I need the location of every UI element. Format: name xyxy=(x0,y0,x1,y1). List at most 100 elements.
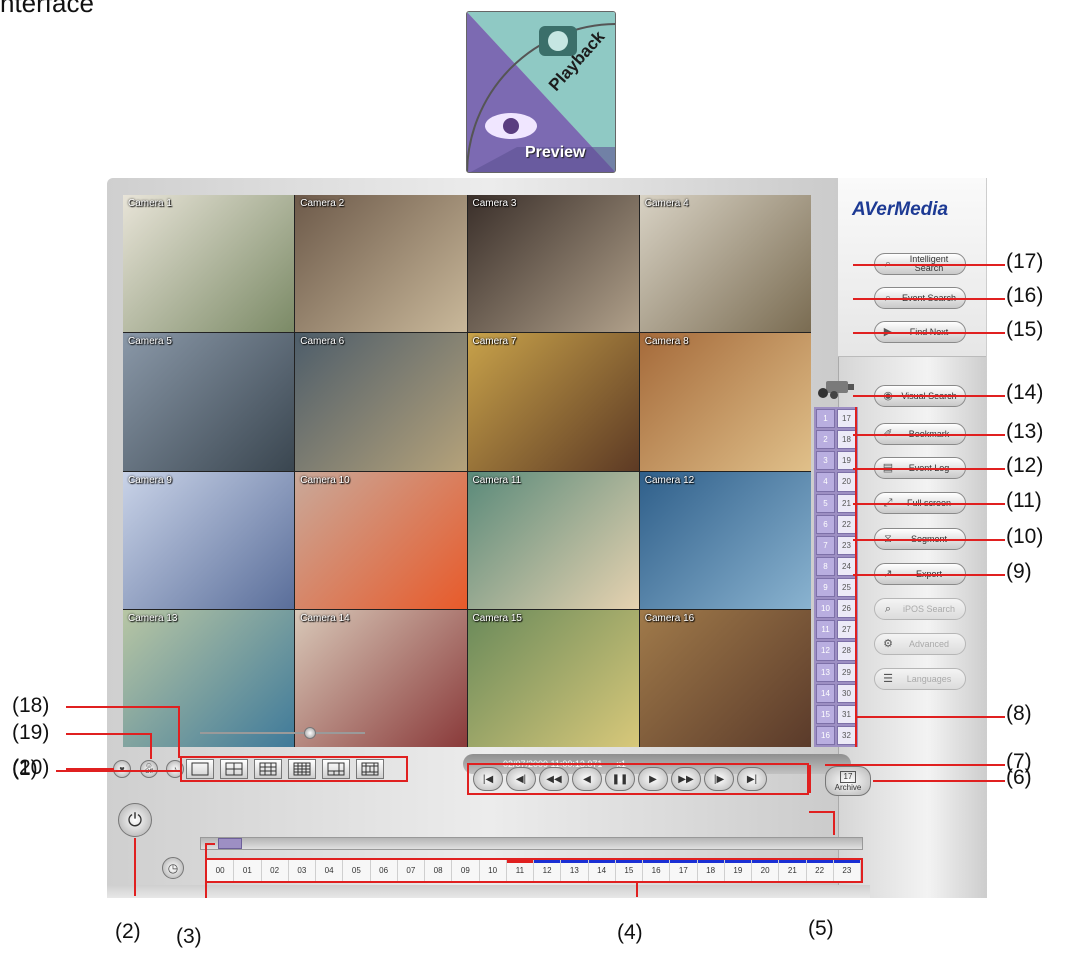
camera-select-low-button[interactable]: 6 xyxy=(816,514,835,534)
hour-cell[interactable]: 06 xyxy=(370,860,398,881)
camera-view-6[interactable]: Camera 6 xyxy=(295,333,467,471)
hour-cell[interactable]: 09 xyxy=(452,860,480,881)
mute-button[interactable]: ♥ xyxy=(113,760,131,778)
camera-select-low-button[interactable]: 11 xyxy=(816,620,835,640)
power-button[interactable]: ⏻ xyxy=(118,803,152,837)
camera-view-8[interactable]: Camera 8 xyxy=(639,333,811,471)
hour-cell[interactable]: 01 xyxy=(234,860,262,881)
hour-cell[interactable]: 23 xyxy=(833,860,861,881)
audio-off-button[interactable]: ☺ Off xyxy=(140,760,158,778)
archive-button[interactable]: 17 Archive xyxy=(825,766,871,796)
camera-view-9[interactable]: Camera 9 xyxy=(123,471,295,609)
camera-select-low-button[interactable]: 9 xyxy=(816,578,835,598)
rewind-button[interactable]: ◀◀ xyxy=(539,767,569,791)
camera-select-low-button[interactable]: 3 xyxy=(816,451,835,471)
camera-select-low-button[interactable]: 1 xyxy=(816,409,835,429)
camera-label: Camera 12 xyxy=(644,474,695,486)
layout-6-button[interactable] xyxy=(322,759,350,779)
hour-cell[interactable]: 03 xyxy=(288,860,316,881)
layout-13-button[interactable] xyxy=(356,759,384,779)
clock-icon[interactable]: ◷ xyxy=(162,857,184,879)
camera-select-high-button[interactable]: 30 xyxy=(837,683,856,703)
play-button[interactable]: ▶ xyxy=(638,767,668,791)
go-to-beginning-button[interactable]: |◀ xyxy=(473,767,503,791)
layout-1-button[interactable] xyxy=(186,759,214,779)
hour-cell[interactable]: 12 xyxy=(534,860,562,881)
hour-cell[interactable]: 14 xyxy=(588,860,616,881)
hour-cell[interactable]: 05 xyxy=(343,860,371,881)
hour-cell[interactable]: 04 xyxy=(316,860,344,881)
camera-select-low-button[interactable]: 12 xyxy=(816,641,835,661)
calendar-icon: 17 xyxy=(839,770,857,783)
camera-view-7[interactable]: Camera 7 xyxy=(467,333,639,471)
camera-select-low-button[interactable]: 5 xyxy=(816,493,835,513)
layout-16-button[interactable] xyxy=(288,759,316,779)
callout-line-3b xyxy=(205,843,215,845)
camera-view-1[interactable]: Camera 1 xyxy=(123,195,295,333)
camera-view-14[interactable]: Camera 14 xyxy=(295,609,467,747)
timeline-scrollbar[interactable] xyxy=(200,837,863,850)
pause-button[interactable]: ❚❚ xyxy=(605,767,635,791)
camera-view-4[interactable]: Camera 4 xyxy=(639,195,811,333)
skip-start-icon: |◀ xyxy=(482,773,494,785)
timeline-scroll-thumb[interactable] xyxy=(218,838,242,849)
camera-select-high-button[interactable]: 29 xyxy=(837,662,856,682)
camera-select-low-button[interactable]: 13 xyxy=(816,662,835,682)
camera-view-2[interactable]: Camera 2 xyxy=(295,195,467,333)
hour-cell[interactable]: 11 xyxy=(506,860,534,881)
camera-select-high-button[interactable]: 32 xyxy=(837,725,856,745)
volume-slider-track[interactable] xyxy=(200,732,365,734)
next-frame-button[interactable]: |▶ xyxy=(704,767,734,791)
go-to-end-button[interactable]: ▶| xyxy=(737,767,767,791)
camera-select-high-button[interactable]: 26 xyxy=(837,599,856,619)
hour-cell[interactable]: 17 xyxy=(670,860,698,881)
hour-cell[interactable]: 20 xyxy=(752,860,780,881)
camera-view-16[interactable]: Camera 16 xyxy=(639,609,811,747)
camera-select-low-button[interactable]: 16 xyxy=(816,725,835,745)
hour-cell[interactable]: 13 xyxy=(561,860,589,881)
fast-forward-button[interactable]: ▶▶ xyxy=(671,767,701,791)
hour-cell[interactable]: 00 xyxy=(207,860,235,881)
hour-cell[interactable]: 19 xyxy=(724,860,752,881)
hour-cell[interactable]: 10 xyxy=(479,860,507,881)
camera-label: Camera 14 xyxy=(300,612,350,624)
play-backward-button[interactable]: ◀ xyxy=(572,767,602,791)
camera-select-high-button[interactable]: 31 xyxy=(837,704,856,724)
camera-view-10[interactable]: Camera 10 xyxy=(295,471,467,609)
camera-select-high-button[interactable]: 28 xyxy=(837,641,856,661)
hour-cell[interactable]: 15 xyxy=(615,860,643,881)
camera-view-12[interactable]: Camera 12 xyxy=(639,471,811,609)
hour-cell[interactable]: 22 xyxy=(806,860,834,881)
hour-cell[interactable]: 16 xyxy=(643,860,671,881)
volume-slider-knob[interactable] xyxy=(304,727,316,739)
mode-badge[interactable]: Playback Preview xyxy=(466,11,616,173)
hour-cell[interactable]: 21 xyxy=(779,860,807,881)
camera-view-5[interactable]: Camera 5 xyxy=(123,333,295,471)
camera-select-low-button[interactable]: 14 xyxy=(816,683,835,703)
layout-9-button[interactable] xyxy=(254,759,282,779)
camera-view-3[interactable]: Camera 3 xyxy=(467,195,639,333)
camera-select-high-button[interactable]: 25 xyxy=(837,578,856,598)
camera-select-low-button[interactable]: 4 xyxy=(816,472,835,492)
camera-select-low-button[interactable]: 7 xyxy=(816,535,835,555)
camera-select-high-button[interactable]: 27 xyxy=(837,620,856,640)
hour-cell[interactable]: 07 xyxy=(397,860,425,881)
camera-view-15[interactable]: Camera 15 xyxy=(467,609,639,747)
camera-view-13[interactable]: Camera 13 xyxy=(123,609,295,747)
previous-frame-button[interactable]: ◀| xyxy=(506,767,536,791)
camera-select-high-button[interactable]: 17 xyxy=(837,409,856,429)
camera-select-low-button[interactable]: 8 xyxy=(816,556,835,576)
hour-cell[interactable]: 18 xyxy=(697,860,725,881)
camera-select-high-button[interactable]: 18 xyxy=(837,430,856,450)
hour-cell[interactable]: 02 xyxy=(261,860,289,881)
hour-cell[interactable]: 08 xyxy=(425,860,453,881)
layout-13-icon xyxy=(361,762,379,776)
camera-select-low-button[interactable]: 15 xyxy=(816,704,835,724)
camera-select-low-button[interactable]: 10 xyxy=(816,599,835,619)
camera-select-low-button[interactable]: 2 xyxy=(816,430,835,450)
camera-select-high-button[interactable]: 20 xyxy=(837,472,856,492)
camera-select-high-button[interactable]: 22 xyxy=(837,514,856,534)
layout-4-button[interactable] xyxy=(220,759,248,779)
camera-view-11[interactable]: Camera 11 xyxy=(467,471,639,609)
callout-line-6 xyxy=(873,780,1005,782)
